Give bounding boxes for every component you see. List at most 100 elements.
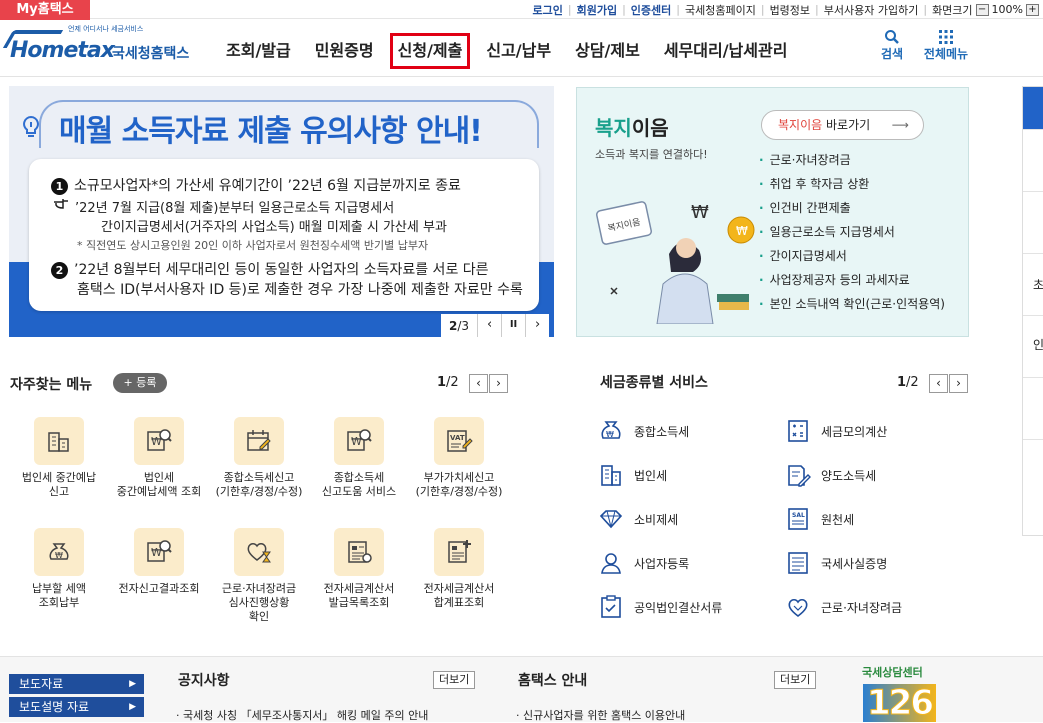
tax-item-consumption-tax[interactable]: 소비제세 [598,506,678,532]
welfare-shortcut-button[interactable]: 복지이음 바로가기 ⟶ [761,110,924,140]
quick-menu-page-current: 1 [437,375,447,390]
cert-center-link[interactable]: 인증센터 [626,2,676,18]
banner-item-1-sub1: ’22년 7월 지급(8월 제출)분부터 일용근로소득 지급명세서 [75,201,395,216]
quick-item-e-report-result[interactable]: ₩ 전자신고결과조회 [109,528,209,596]
tax-service-next-button[interactable]: › [949,374,968,393]
tax-item-eitc[interactable]: 근로·자녀장려금 [785,594,902,620]
notice-banner[interactable]: 매월 소득자료 제출 유의사항 안내! 1 소규모사업자*의 가산세 유예기간이 … [9,86,554,337]
banner-card: 1 소규모사업자*의 가산세 유예기간이 ’22년 6월 지급분까지로 종료 ’2… [29,159,539,311]
nav-apply-submit[interactable]: 신청/제출 [389,33,471,69]
rail-item[interactable] [1023,129,1043,191]
signup-link[interactable]: 회원가입 [572,2,622,18]
diamond-icon [599,510,623,529]
doc-pen-icon [788,465,811,487]
tax-item-simulator[interactable]: 세금모의계산 [785,418,887,444]
header-divider [0,76,1043,77]
quick-item-eitc-status[interactable]: 근로·자녀장려금 심사진행상황 확인 [209,528,309,624]
nav-civil-cert[interactable]: 민원증명 [303,33,386,69]
nav-tax-agent[interactable]: 세무대리/납세관리 [652,33,800,69]
quick-item-corp-interim-inquiry[interactable]: ₩ 법인세 중간예납세액 조회 [109,417,209,499]
welfare-item[interactable]: 근로·자녀장려금 [759,148,945,172]
nav-report-pay[interactable]: 신고/납부 [474,33,563,69]
clipboard-check-icon [601,595,621,618]
arrow-right-icon: ⟶ [891,118,909,132]
quick-menu-next-button[interactable]: › [489,374,508,393]
banner-prev-button[interactable]: ‹ [477,314,501,337]
pointing-hand-icon [54,199,68,209]
tax-item-public-corp-docs[interactable]: 공익법인결산서류 [598,594,722,620]
quick-item-label: 전자세금계산서 발급목록조회 [323,582,395,609]
tax-item-transfer-tax[interactable]: 양도소득세 [785,462,876,488]
rail-item[interactable] [1023,377,1043,439]
login-link[interactable]: 로그인 [528,2,568,18]
quick-item-corp-interim-report[interactable]: 법인세 중간예납 신고 [9,417,109,499]
quick-menu-title: 자주찾는 메뉴 [10,377,93,393]
quick-item-label: 종합소득세신고 (기한후/경정/수정) [215,471,303,498]
quick-item-einvoice-summary[interactable]: 전자세금계산서 합계표조회 [409,528,509,610]
nts-home-link[interactable]: 국세청홈페이지 [680,2,761,18]
banner-pause-button[interactable]: II [501,314,525,337]
notice-more-button[interactable]: 더보기 [433,671,476,689]
tax-service-prev-button[interactable]: ‹ [929,374,948,393]
notice-item-text: 국세청 사칭 「세무조사통지서」 해킹 메일 주의 안내 [183,709,429,722]
triangle-right-icon: ▶ [129,679,136,689]
logo-wordmark: Hometax [10,38,115,63]
all-menu-button[interactable]: 전체메뉴 [918,29,974,62]
search-button[interactable]: 검색 [876,29,908,62]
triangle-right-icon: ▶ [129,702,136,712]
law-info-link[interactable]: 법령정보 [765,2,815,18]
rail-item[interactable] [1023,191,1043,253]
call-center-number[interactable]: 126 [863,684,936,722]
tax-item-corp-tax[interactable]: 법인세 [598,462,667,488]
my-hometax-tab[interactable]: My홈택스 [0,0,90,20]
welfare-item[interactable]: 본인 소득내역 확인(근로·인적용역) [759,292,945,316]
zoom-out-button[interactable]: − [975,3,989,16]
quick-item-income-tax-help[interactable]: ₩ 종합소득세 신고도움 서비스 [309,417,409,499]
rail-top-tab[interactable] [1023,87,1043,129]
banner-item-2-line1: ’22년 8월부터 세무대리인 등이 동일한 사업자의 소득자료를 서로 다른 [74,262,489,278]
welfare-item[interactable]: 일용근로소득 지급명세서 [759,220,945,244]
notice-item[interactable]: · 국세청 사칭 「세무조사통지서」 해킹 메일 주의 안내 [176,707,428,723]
press-release-button[interactable]: 보도자료 ▶ [9,674,144,694]
guide-more-button[interactable]: 더보기 [774,671,817,689]
hometax-logo[interactable]: 언제 어디서나 세금서비스 Hometax 국세청홈택스 [2,24,193,68]
banner-page-indicator: 2/3 [441,319,477,333]
logo-tagline: 언제 어디서나 세금서비스 [68,25,144,33]
svg-text:SAL: SAL [792,512,805,519]
zoom-in-button[interactable]: + [1026,3,1039,16]
won-doc-search-icon: ₩ [334,417,384,465]
welfare-item[interactable]: 취업 후 학자금 상환 [759,172,945,196]
quick-item-vat-report[interactable]: VAT 부가가치세신고 (기한후/경정/수정) [409,417,509,499]
quick-item-einvoice-list[interactable]: 전자세금계산서 발급목록조회 [309,528,409,610]
tax-item-tax-certificate[interactable]: 국세사실증명 [785,550,887,576]
dept-user-signup-link[interactable]: 부서사용자 가입하기 [819,2,924,18]
quick-menu-prev-button[interactable]: ‹ [469,374,488,393]
welfare-list: 근로·자녀장려금 취업 후 학자금 상환 인건비 간편제출 일용근로소득 지급명… [759,148,945,316]
welfare-item[interactable]: 간이지급명세서 [759,244,945,268]
tax-item-withholding[interactable]: SAL 원천세 [785,506,854,532]
tax-item-label: 법인세 [634,468,668,483]
banner-title: 매월 소득자료 제출 유의사항 안내! [59,114,483,149]
quick-item-income-tax-report[interactable]: 종합소득세신고 (기한후/경정/수정) [209,417,309,499]
rail-item[interactable]: 초 [1023,253,1043,315]
search-icon [885,30,899,44]
welfare-item[interactable]: 인건비 간편제출 [759,196,945,220]
tax-item-business-registration[interactable]: 사업자등록 [598,550,689,576]
nav-inquiry[interactable]: 조회/발급 [214,33,303,69]
quick-item-tax-payment[interactable]: ₩ 납부할 세액 조회납부 [9,528,109,610]
rail-item[interactable]: 인 [1023,315,1043,377]
nav-consult-report[interactable]: 상담/제보 [563,33,652,69]
welfare-item[interactable]: 사업장제공자 등의 과세자료 [759,268,945,292]
press-explanation-button[interactable]: 보도설명 자료 ▶ [9,697,144,717]
welfare-illustration: 복지이음 ₩ ₩ [596,201,755,324]
building-icon [601,465,621,486]
banner-next-button[interactable]: › [525,314,549,337]
number-1-badge: 1 [51,178,68,195]
rail-item[interactable] [1023,439,1043,501]
tax-item-income-tax[interactable]: ₩ 종합소득세 [598,418,689,444]
register-button[interactable]: + 등록 [113,373,167,393]
tax-item-label: 국세사실증명 [821,556,888,571]
guide-item[interactable]: · 신규사업자를 위한 홈택스 이용안내 [516,707,685,723]
quick-menu-page-total: /2 [446,375,459,390]
won-doc-search-icon: ₩ [134,417,184,465]
